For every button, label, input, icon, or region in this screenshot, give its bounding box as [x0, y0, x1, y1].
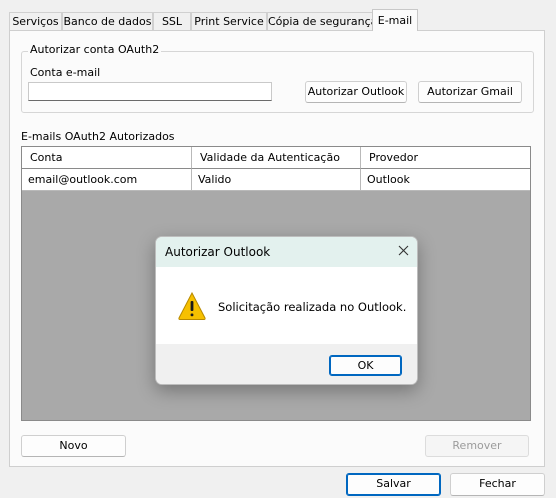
close-window-button[interactable]: Fechar [450, 473, 545, 496]
new-button[interactable]: Novo [21, 435, 126, 457]
tab-email[interactable]: E-mail [372, 9, 418, 31]
table-row[interactable]: email@outlook.com Valido Outlook [22, 169, 530, 191]
email-field-label: Conta e-mail [30, 66, 101, 79]
cell-conta[interactable]: email@outlook.com [22, 169, 192, 191]
dialog-message: Solicitação realizada no Outlook. [218, 300, 407, 314]
column-header-provedor[interactable]: Provedor [361, 147, 530, 169]
remove-button[interactable]: Remover [425, 435, 529, 457]
tab-print-service[interactable]: Print Service [191, 12, 267, 30]
oauth-group-title: Autorizar conta OAuth2 [28, 43, 162, 57]
close-icon [398, 245, 409, 256]
authorize-outlook-dialog: Autorizar Outlook Solicitação realizada … [155, 236, 418, 385]
authorize-gmail-button[interactable]: Autorizar Gmail [418, 81, 522, 103]
column-header-validade[interactable]: Validade da Autenticação [192, 147, 361, 169]
dialog-titlebar: Autorizar Outlook [156, 237, 417, 267]
dialog-close-button[interactable] [389, 237, 417, 267]
authorize-outlook-button[interactable]: Autorizar Outlook [305, 81, 407, 103]
email-field[interactable] [28, 82, 272, 101]
tab-copia-de-seguranca[interactable]: Cópia de segurança [267, 12, 377, 30]
tab-servicos[interactable]: Serviços [9, 12, 62, 30]
ok-button[interactable]: OK [329, 355, 402, 376]
dialog-title: Autorizar Outlook [165, 245, 271, 259]
tab-banco-de-dados[interactable]: Banco de dados [62, 12, 153, 30]
dialog-footer: OK [156, 344, 417, 384]
cell-validade[interactable]: Valido [192, 169, 361, 191]
tab-ssl[interactable]: SSL [153, 12, 191, 30]
warning-icon [177, 291, 207, 321]
save-button[interactable]: Salvar [346, 473, 441, 496]
authorized-list-title: E-mails OAuth2 Autorizados [21, 130, 175, 143]
cell-provedor[interactable]: Outlook [361, 169, 530, 191]
column-header-conta[interactable]: Conta [22, 147, 192, 169]
grid-header-row: Conta Validade da Autenticação Provedor [22, 147, 530, 169]
